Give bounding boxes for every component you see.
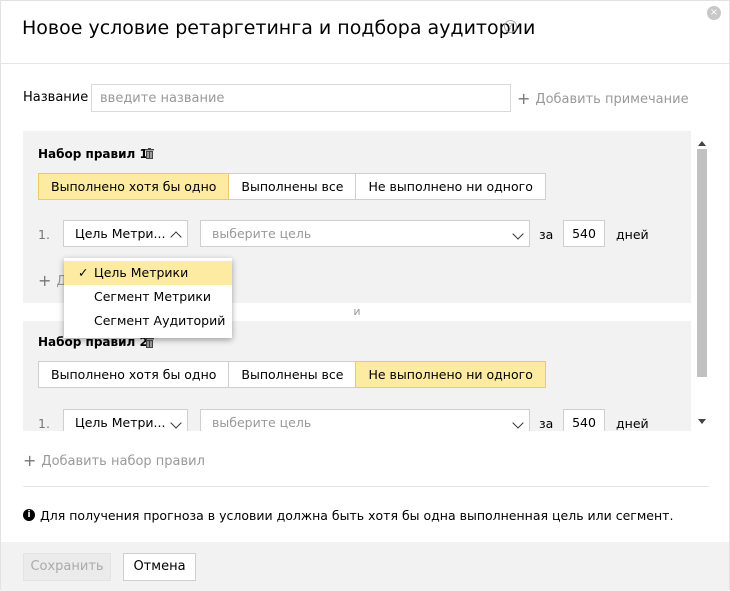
rule-set-title-text: Набор правил bbox=[38, 147, 136, 161]
cancel-button[interactable]: Отмена bbox=[123, 553, 196, 581]
rule-set-title: Набор правил 1 bbox=[38, 147, 148, 161]
add-condition-button[interactable]: + Д bbox=[38, 271, 67, 290]
goal-placeholder: выберите цель bbox=[212, 226, 312, 241]
condition-number: 1. bbox=[38, 227, 50, 242]
header-divider bbox=[1, 63, 729, 64]
check-icon: ✓ bbox=[78, 265, 89, 280]
mode-none[interactable]: Не выполнено ни одного bbox=[355, 173, 546, 200]
mode-all[interactable]: Выполнены все bbox=[228, 173, 357, 200]
trash-icon[interactable] bbox=[145, 148, 154, 159]
body-divider bbox=[23, 486, 709, 487]
dropdown-option-goal[interactable]: ✓ Цель Метрики bbox=[64, 261, 232, 285]
condition-type-value: Цель Метри... bbox=[75, 226, 166, 241]
mode-at-least-one[interactable]: Выполнено хотя бы одно bbox=[38, 173, 230, 200]
condition-type-value: Цель Метри... bbox=[75, 415, 166, 430]
condition-number: 1. bbox=[38, 416, 50, 431]
save-button[interactable]: Сохранить bbox=[23, 553, 111, 581]
dialog-title: Новое условие ретаргетинга и подбора ауд… bbox=[22, 17, 536, 39]
condition-type-select[interactable]: Цель Метри... bbox=[63, 409, 188, 431]
plus-icon: + bbox=[23, 451, 37, 470]
chevron-up-icon bbox=[170, 231, 182, 243]
period-unit: дней bbox=[616, 227, 649, 242]
chevron-down-icon bbox=[512, 417, 524, 429]
close-icon[interactable]: × bbox=[707, 6, 721, 20]
days-input[interactable]: 540 bbox=[563, 220, 605, 247]
chevron-down-icon bbox=[170, 417, 182, 429]
period-prefix: за bbox=[539, 416, 554, 431]
mode-at-least-one[interactable]: Выполнено хотя бы одно bbox=[38, 361, 230, 388]
condition-type-select[interactable]: Цель Метри... bbox=[63, 220, 188, 247]
days-input[interactable]: 540 bbox=[563, 409, 605, 431]
plus-icon: + bbox=[38, 271, 52, 290]
scroll-down-arrow-icon[interactable] bbox=[698, 419, 706, 424]
info-icon: i bbox=[23, 509, 35, 521]
trash-icon[interactable] bbox=[145, 337, 154, 348]
dropdown-option-metrika-segment[interactable]: Сегмент Метрики bbox=[64, 285, 232, 309]
match-mode-group: Выполнено хотя бы одно Выполнены все Не … bbox=[38, 361, 546, 388]
match-mode-group: Выполнено хотя бы одно Выполнены все Не … bbox=[38, 173, 546, 200]
chevron-down-icon bbox=[512, 228, 524, 240]
goal-select[interactable]: выберите цель bbox=[200, 409, 530, 431]
period-prefix: за bbox=[539, 227, 554, 242]
name-input[interactable] bbox=[91, 84, 511, 112]
dropdown-option-audience-segment[interactable]: Сегмент Аудиторий bbox=[64, 309, 232, 333]
goal-select[interactable]: выберите цель bbox=[200, 220, 530, 247]
add-ruleset-button[interactable]: + Добавить набор правил bbox=[23, 451, 205, 470]
retargeting-dialog: Новое условие ретаргетинга и подбора ауд… bbox=[0, 0, 730, 591]
plus-icon: + bbox=[517, 89, 531, 108]
help-icon[interactable]: ? bbox=[504, 20, 517, 33]
mode-none[interactable]: Не выполнено ни одного bbox=[355, 361, 546, 388]
dropdown-option-label: Цель Метрики bbox=[94, 265, 189, 280]
name-label: Название bbox=[23, 90, 89, 105]
scroll-up-arrow-icon[interactable] bbox=[698, 141, 706, 146]
add-note-label: Добавить примечание bbox=[535, 92, 689, 107]
add-note-button[interactable]: + Добавить примечание bbox=[517, 89, 689, 108]
mode-all[interactable]: Выполнены все bbox=[228, 361, 357, 388]
info-text: Для получения прогноза в условии должна … bbox=[40, 508, 674, 523]
add-ruleset-label: Добавить набор правил bbox=[41, 454, 205, 469]
scrollbar[interactable] bbox=[697, 141, 707, 431]
scrollbar-thumb[interactable] bbox=[697, 149, 707, 377]
period-unit: дней bbox=[616, 416, 649, 431]
goal-placeholder: выберите цель bbox=[212, 415, 312, 430]
condition-type-dropdown: ✓ Цель Метрики Сегмент Метрики Сегмент А… bbox=[64, 258, 232, 338]
